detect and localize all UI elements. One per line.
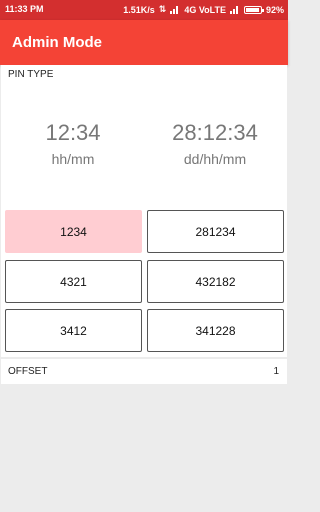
status-right: 1.51K/s ⇅ 4G VoLTE 92% bbox=[123, 4, 284, 15]
pin-button-432182[interactable]: 432182 bbox=[147, 260, 284, 303]
short-time-display: 12:34 hh/mm bbox=[1, 120, 145, 167]
short-format: hh/mm bbox=[51, 151, 95, 167]
pin-button-3412[interactable]: 3412 bbox=[5, 309, 142, 352]
app-bar: Admin Mode bbox=[0, 20, 288, 65]
long-time-display: 28:12:34 dd/hh/mm bbox=[143, 120, 287, 167]
network-speed: 1.51K/s bbox=[123, 4, 155, 15]
offset-row[interactable]: OFFSET 1 bbox=[1, 359, 287, 384]
pin-button-4321[interactable]: 4321 bbox=[5, 260, 142, 303]
pin-button-281234[interactable]: 281234 bbox=[147, 210, 284, 253]
page-title: Admin Mode bbox=[12, 34, 102, 51]
pin-button-1234[interactable]: 1234 bbox=[5, 210, 142, 253]
offset-label: OFFSET bbox=[8, 366, 48, 377]
data-arrows-icon: ⇅ bbox=[158, 4, 167, 14]
network-type: 4G VoLTE bbox=[184, 4, 226, 15]
status-bar: 11:33 PM 1.51K/s ⇅ 4G VoLTE 92% bbox=[0, 0, 288, 20]
signal-icon bbox=[170, 5, 180, 14]
short-time: 12:34 bbox=[45, 120, 101, 145]
long-format: dd/hh/mm bbox=[183, 151, 247, 167]
battery-icon bbox=[243, 5, 264, 14]
pin-button-341228[interactable]: 341228 bbox=[147, 309, 284, 352]
long-time: 28:12:34 bbox=[172, 120, 258, 145]
offset-value: 1 bbox=[273, 366, 279, 377]
signal-icon-2 bbox=[229, 5, 240, 14]
pin-type-label: PIN TYPE bbox=[8, 69, 54, 80]
battery-percent: 92% bbox=[265, 4, 284, 15]
status-time: 11:33 PM bbox=[5, 4, 44, 14]
